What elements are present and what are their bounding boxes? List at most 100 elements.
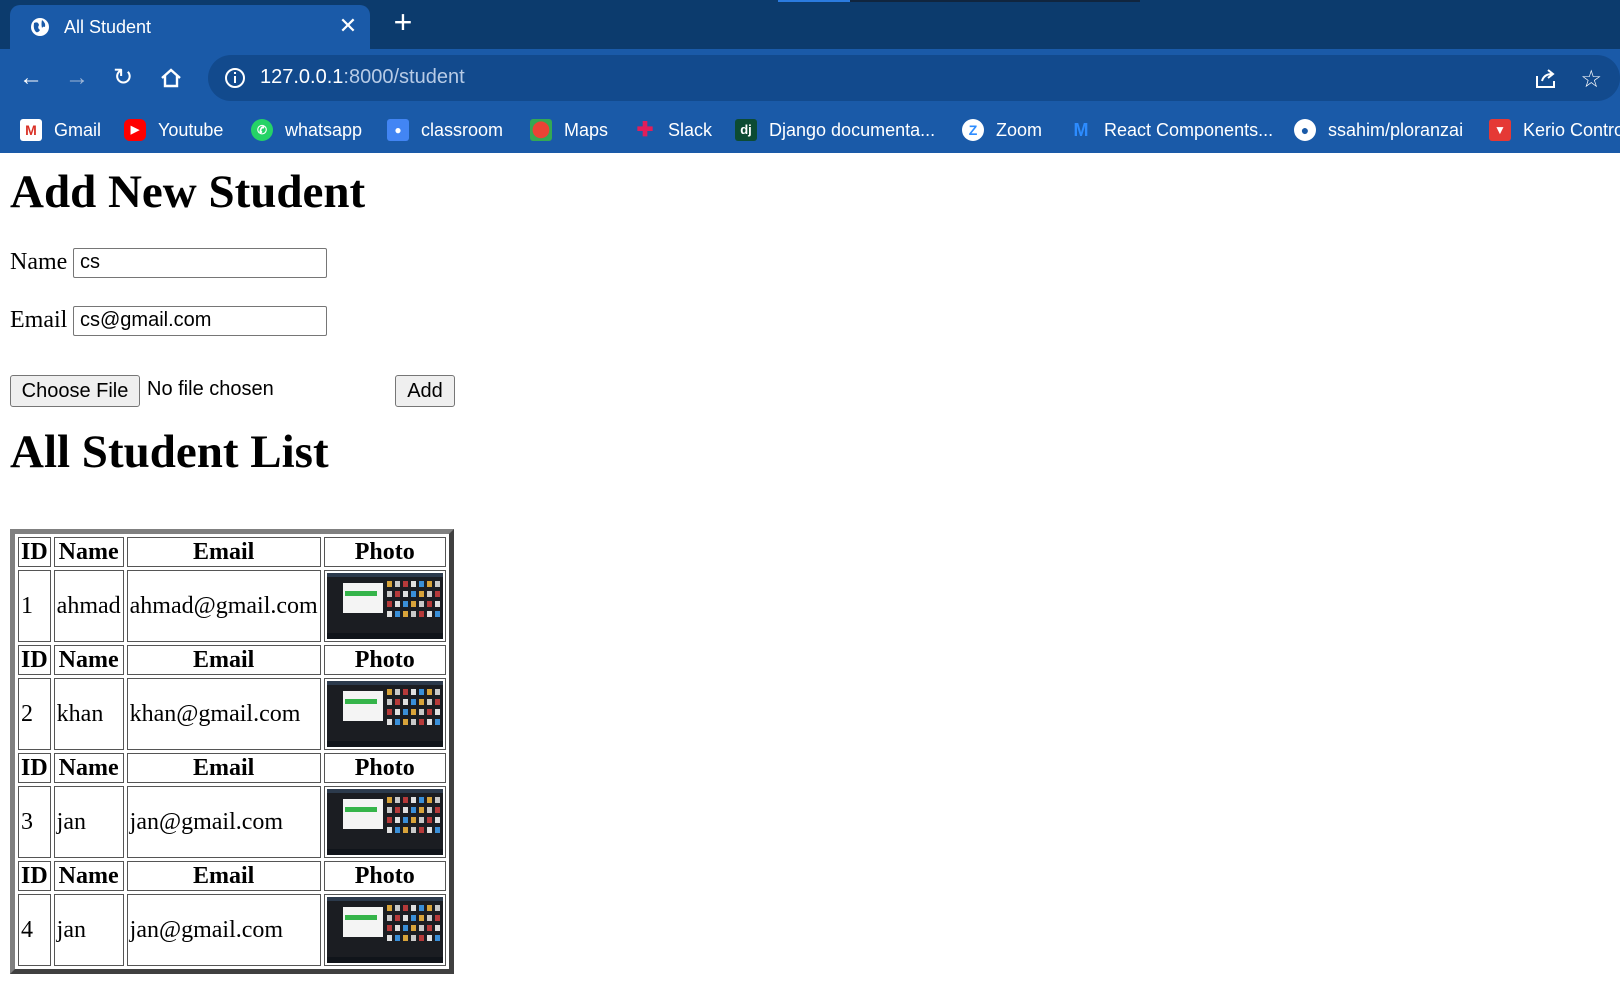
table-header-row: ID Name Email Photo (18, 753, 446, 783)
header-email: Email (126, 537, 321, 567)
header-email: Email (126, 645, 321, 675)
bookmark-gmail[interactable]: M Gmail (20, 117, 101, 143)
forward-icon[interactable]: → (62, 63, 92, 93)
loading-indicator (778, 0, 850, 2)
photo-thumbnail-image (326, 789, 443, 855)
table-row: 3 jan jan@gmail.com (18, 786, 446, 858)
header-name: Name (53, 753, 124, 783)
url-path: :8000/student (343, 66, 465, 88)
student-table-wrapper: ID Name Email Photo 1 ahmad ahmad@gmail.… (10, 529, 454, 974)
bookmark-label: Maps (564, 119, 609, 140)
email-label: Email (10, 307, 68, 333)
bookmark-label: Django documenta... (769, 119, 936, 140)
bookmark-classroom[interactable]: ● classroom (387, 117, 503, 143)
bookmark-label: Youtube (158, 119, 224, 140)
slack-icon: ✚ (636, 119, 654, 141)
url-host: 127.0.0.1 (260, 66, 344, 88)
bookmark-label: classroom (421, 119, 504, 140)
tab-strip: All Student ✕ + (0, 0, 1620, 49)
cell-photo (323, 570, 446, 642)
add-student-heading: Add New Student (10, 166, 366, 218)
tab-title: All Student (64, 17, 152, 37)
name-input[interactable]: cs (73, 248, 327, 278)
bookmark-youtube[interactable]: ▶ Youtube (124, 117, 223, 143)
share-icon[interactable] (1534, 67, 1558, 89)
cell-name: jan (53, 786, 124, 858)
table-header-row: ID Name Email Photo (18, 537, 446, 567)
cell-id: 3 (18, 786, 51, 858)
header-name: Name (53, 537, 124, 567)
bookmarks-bar: M Gmail ▶ Youtube ✆ whatsapp ● classroom… (0, 107, 1620, 153)
browser-toolbar: ← → ↻ 127.0.0.1:8000/student ☆ (0, 49, 1620, 107)
bookmark-star-icon[interactable]: ☆ (1580, 65, 1602, 94)
close-tab-icon[interactable]: ✕ (335, 13, 361, 39)
bookmark-maps[interactable]: ⬤ Maps (530, 117, 608, 143)
student-photo (326, 681, 443, 747)
cell-email: jan@gmail.com (126, 786, 321, 858)
cell-email: khan@gmail.com (126, 678, 321, 750)
youtube-icon: ▶ (124, 119, 146, 141)
bookmark-github[interactable]: ● ssahim/ploranzai (1294, 117, 1463, 143)
cell-email: ahmad@gmail.com (126, 570, 321, 642)
cell-id: 1 (18, 570, 51, 642)
bookmark-label: ssahim/ploranzai (1328, 119, 1464, 140)
cell-id: 4 (18, 894, 51, 966)
name-label: Name (10, 249, 68, 275)
table-row: 2 khan khan@gmail.com (18, 678, 446, 750)
site-info-icon[interactable] (224, 67, 246, 89)
header-photo: Photo (323, 753, 446, 783)
table-header-row: ID Name Email Photo (18, 645, 446, 675)
gmail-icon: M (20, 119, 42, 141)
bookmark-kerio[interactable]: ▼ Kerio Contro (1489, 117, 1620, 143)
bookmark-django[interactable]: dj Django documenta... (735, 117, 935, 143)
new-tab-icon[interactable]: + (388, 4, 418, 41)
header-id: ID (18, 537, 51, 567)
student-photo (326, 897, 443, 963)
classroom-icon: ● (387, 119, 409, 141)
table-header-row: ID Name Email Photo (18, 861, 446, 891)
photo-thumbnail-image (326, 573, 443, 639)
bookmark-label: Kerio Contro (1523, 119, 1620, 140)
github-icon: ● (1294, 119, 1316, 141)
url-text[interactable]: 127.0.0.1:8000/student (260, 66, 465, 89)
bookmark-label: whatsapp (285, 119, 363, 140)
loading-track (850, 0, 1140, 2)
bookmark-label: Slack (668, 119, 713, 140)
header-photo: Photo (323, 537, 446, 567)
address-bar[interactable]: 127.0.0.1:8000/student ☆ (208, 55, 1620, 101)
kerio-icon: ▼ (1489, 119, 1511, 141)
student-table: ID Name Email Photo 1 ahmad ahmad@gmail.… (10, 529, 454, 974)
choose-file-button[interactable]: Choose File (10, 375, 140, 407)
cell-name: jan (53, 894, 124, 966)
bookmark-label: React Components... (1104, 119, 1274, 140)
header-name: Name (53, 861, 124, 891)
bookmark-label: Zoom (996, 119, 1043, 140)
header-id: ID (18, 861, 51, 891)
add-button[interactable]: Add (395, 375, 455, 407)
whatsapp-icon: ✆ (251, 119, 273, 141)
reload-icon[interactable]: ↻ (108, 63, 138, 93)
bookmark-zoom[interactable]: Z Zoom (962, 117, 1042, 143)
bookmark-react-components[interactable]: M React Components... (1070, 117, 1274, 143)
student-photo (326, 573, 443, 639)
back-icon[interactable]: ← (16, 63, 46, 93)
header-photo: Photo (323, 861, 446, 891)
header-name: Name (53, 645, 124, 675)
cell-name: ahmad (53, 570, 124, 642)
active-tab[interactable]: All Student ✕ (10, 5, 370, 49)
browser-chrome: All Student ✕ + ← → ↻ 127.0.0.1:8000/stu… (0, 0, 1620, 153)
photo-thumbnail-image (326, 681, 443, 747)
email-input[interactable]: cs@gmail.com (73, 306, 327, 336)
student-photo (326, 789, 443, 855)
zoom-icon: Z (962, 119, 984, 141)
bookmark-slack[interactable]: ✚ Slack (634, 117, 712, 143)
cell-photo (323, 678, 446, 750)
home-icon[interactable] (156, 63, 186, 93)
cell-id: 2 (18, 678, 51, 750)
table-row: 1 ahmad ahmad@gmail.com (18, 570, 446, 642)
bookmark-whatsapp[interactable]: ✆ whatsapp (251, 117, 362, 143)
globe-icon (31, 18, 49, 36)
cell-photo (323, 894, 446, 966)
student-list-heading: All Student List (10, 426, 329, 478)
cell-photo (323, 786, 446, 858)
